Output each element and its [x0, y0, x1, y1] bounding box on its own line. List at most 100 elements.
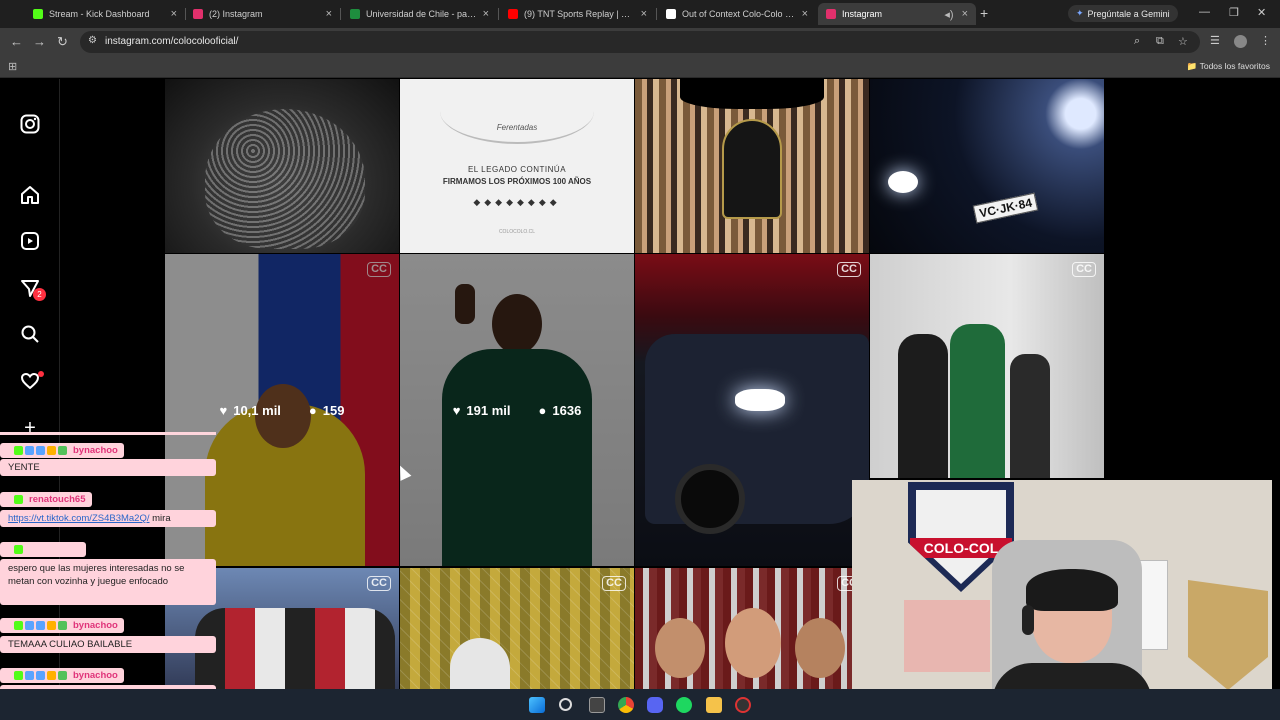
- tab-x[interactable]: Out of Context Colo-Colo en X ×: [658, 3, 816, 25]
- user-badges: [14, 495, 23, 504]
- close-icon[interactable]: ×: [171, 8, 177, 20]
- close-icon[interactable]: ×: [483, 8, 489, 20]
- reel-badge-icon: CC: [1072, 262, 1096, 277]
- net-overlay: [400, 568, 634, 699]
- side-panel-icon[interactable]: ☰: [1210, 34, 1220, 47]
- chat-message: YENTE: [0, 459, 216, 476]
- tab-instagram-2[interactable]: (2) Instagram ×: [185, 3, 340, 25]
- apps-grid-icon[interactable]: ⊞: [8, 60, 17, 73]
- chat-message: https://vt.tiktok.com/ZS4B3Ma2Q/ mira: [0, 510, 216, 527]
- tab-strip: Stream - Kick Dashboard × (2) Instagram …: [0, 0, 1280, 28]
- kick-icon: [33, 9, 43, 19]
- search-icon[interactable]: [19, 323, 41, 345]
- search-icon[interactable]: [559, 698, 572, 711]
- user-badges: [14, 621, 67, 630]
- user-badges: [14, 671, 67, 680]
- player-face-3: [795, 618, 845, 678]
- tab-separator: [340, 8, 341, 20]
- windows-taskbar: [0, 689, 1280, 720]
- post-centenario[interactable]: [635, 79, 869, 253]
- profile-avatar[interactable]: [1234, 35, 1247, 48]
- url-text[interactable]: instagram.com/colocolooficial/: [105, 36, 238, 47]
- install-icon[interactable]: ⧉: [1156, 35, 1164, 48]
- site-info-icon[interactable]: ⚙: [88, 35, 97, 46]
- instagram-logo-icon[interactable]: [19, 113, 41, 135]
- tab-title: Stream - Kick Dashboard: [49, 9, 150, 19]
- tab-kick[interactable]: Stream - Kick Dashboard ×: [25, 3, 185, 25]
- spotify-icon[interactable]: [676, 697, 692, 713]
- notification-dot: [38, 371, 44, 377]
- reload-icon[interactable]: ↻: [57, 34, 68, 50]
- instagram-icon: [193, 9, 203, 19]
- tab-title: (9) TNT Sports Replay | Deporte: [524, 9, 635, 19]
- streamer-webcam: COLO-COL: [852, 480, 1272, 700]
- audio-icon[interactable]: ◂): [944, 8, 953, 21]
- chat-user: [0, 542, 86, 557]
- car-headlight: [735, 389, 785, 411]
- close-icon[interactable]: ×: [326, 8, 332, 20]
- centenario-banner: [680, 79, 824, 109]
- window-close-icon[interactable]: ✕: [1257, 6, 1266, 19]
- chat-username: bynachoo: [73, 620, 118, 631]
- post-airport[interactable]: CC: [870, 254, 1104, 478]
- chat-link[interactable]: https://vt.tiktok.com/ZS4B3Ma2Q/: [8, 513, 150, 524]
- reel-badge-icon: CC: [837, 262, 861, 277]
- tab-instagram-active[interactable]: Instagram ◂) ×: [818, 3, 976, 25]
- comment-icon: ●: [308, 402, 317, 418]
- legacy-signature: Ferentadas: [496, 123, 538, 132]
- tab-tnt-sports[interactable]: (9) TNT Sports Replay | Deporte ×: [500, 3, 655, 25]
- post-curly-hair[interactable]: [165, 79, 399, 253]
- close-icon[interactable]: ×: [962, 8, 968, 20]
- x-icon: [666, 9, 676, 19]
- comments-stat: ● 159: [309, 403, 345, 418]
- reels-icon[interactable]: [19, 230, 41, 252]
- post-crowd-players[interactable]: CC: [635, 568, 869, 699]
- new-tab-button[interactable]: +: [980, 5, 988, 21]
- restore-icon[interactable]: ❐: [1229, 6, 1239, 19]
- gemini-icon: ✦: [1076, 8, 1084, 18]
- minimize-icon[interactable]: —: [1199, 6, 1210, 18]
- post-stadium-stands[interactable]: CC: [400, 568, 634, 699]
- comments-count: 1636: [552, 402, 582, 418]
- all-bookmarks-button[interactable]: 📁 Todos los favoritos: [1187, 61, 1270, 72]
- player-face-1: [655, 618, 705, 678]
- close-icon[interactable]: ×: [802, 8, 808, 20]
- back-icon[interactable]: ←: [10, 34, 23, 49]
- instagram-icon: [826, 9, 836, 19]
- reel-badge-icon: CC: [367, 576, 391, 591]
- post-car-night[interactable]: VC·JK·84: [870, 79, 1104, 253]
- chrome-icon[interactable]: [618, 697, 634, 713]
- person-right: [1010, 354, 1050, 478]
- app-icon[interactable]: [735, 697, 751, 713]
- chat-message-text: mira: [152, 513, 171, 524]
- menu-icon[interactable]: ⋮: [1260, 34, 1271, 47]
- post-waving-player[interactable]: ♥ 191 mil ● 1636: [400, 254, 634, 566]
- bookmark-star-icon[interactable]: ☆: [1178, 35, 1188, 48]
- club-shields-row: ◆◆◆◆◆◆◆◆: [473, 197, 561, 207]
- folder-icon[interactable]: [706, 697, 722, 713]
- browser-toolbar: ← → ↻ ⚙ instagram.com/colocolooficial/ ⌕…: [0, 28, 1280, 56]
- headlight-left: [888, 171, 918, 193]
- forward-icon[interactable]: →: [33, 34, 46, 49]
- address-bar[interactable]: ⚙ instagram.com/colocolooficial/ ⌕ ⧉ ☆: [80, 31, 1200, 53]
- legacy-caption-line2: FIRMAMOS LOS PRÓXIMOS 100 AÑOS: [442, 177, 592, 186]
- post-legacy[interactable]: Ferentadas EL LEGADO CONTINÚA FIRMAMOS L…: [400, 79, 634, 253]
- bookmarks-bar: ⊞ 📁 Todos los favoritos: [0, 56, 1280, 78]
- youtube-icon: [508, 9, 518, 19]
- messages-badge: 2: [33, 288, 46, 301]
- tab-universidad[interactable]: Universidad de Chile - partidos ×: [342, 3, 497, 25]
- reel-badge-icon: CC: [602, 576, 626, 591]
- close-icon[interactable]: ×: [641, 8, 647, 20]
- discord-icon[interactable]: [647, 697, 663, 713]
- tab-separator: [656, 8, 657, 20]
- streamer: [992, 569, 1152, 700]
- comment-icon: ●: [538, 402, 547, 418]
- windows-start-icon[interactable]: [529, 697, 545, 713]
- car-wheel: [675, 464, 745, 534]
- home-icon[interactable]: [19, 184, 41, 206]
- curly-hair-texture: [205, 109, 365, 249]
- post-car-garage[interactable]: CC: [635, 254, 869, 566]
- gemini-button[interactable]: ✦ Pregúntale a Gemini: [1068, 5, 1178, 22]
- zoom-icon[interactable]: ⌕: [1134, 35, 1140, 48]
- file-explorer-icon[interactable]: [589, 697, 605, 713]
